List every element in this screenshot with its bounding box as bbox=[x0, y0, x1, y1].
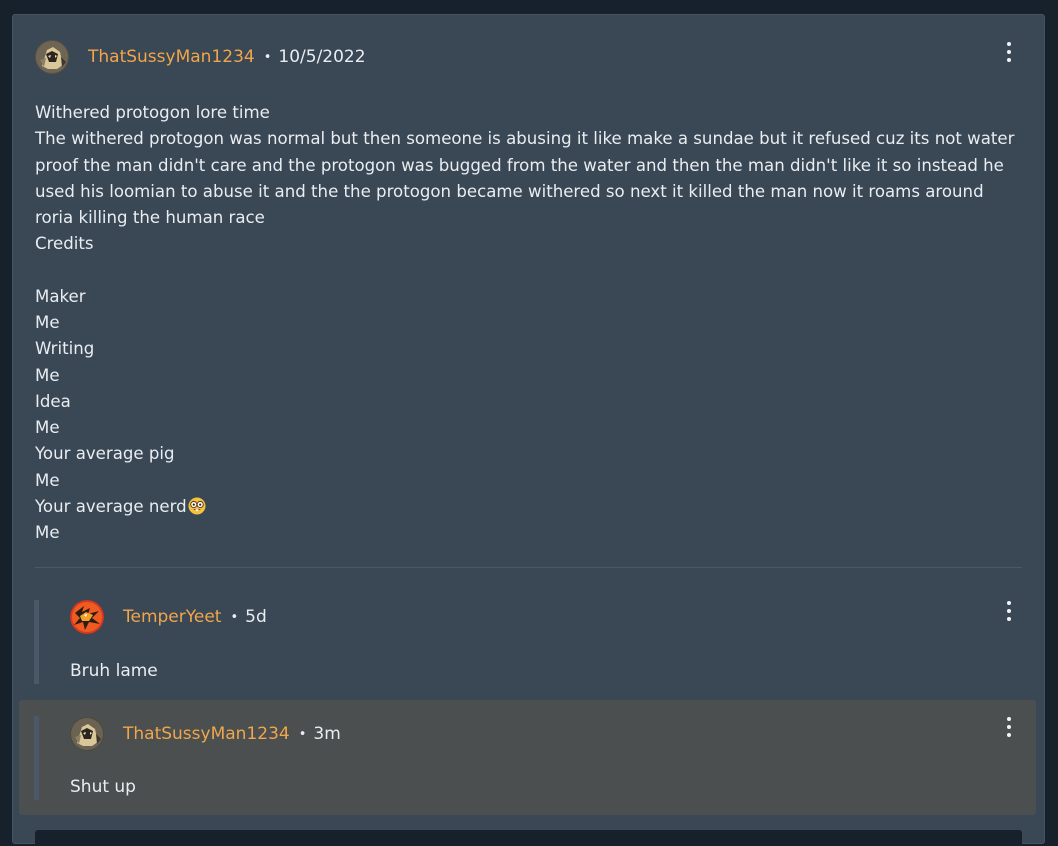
post-line: The withered protogon was normal but the… bbox=[35, 129, 1015, 227]
avatar[interactable] bbox=[35, 40, 69, 74]
reply-text: Bruh lame bbox=[70, 661, 158, 681]
reply-author[interactable]: TemperYeet bbox=[123, 607, 221, 627]
avatar-image bbox=[35, 40, 69, 74]
post-line: Me bbox=[35, 418, 60, 437]
nerd-face-emoji bbox=[188, 497, 206, 515]
separator-dot: • bbox=[263, 49, 272, 65]
post-line: Maker bbox=[35, 286, 86, 306]
post-line: Writing bbox=[35, 339, 95, 359]
avatar[interactable] bbox=[70, 600, 104, 634]
post-line: Me bbox=[35, 523, 60, 542]
post-line: Me bbox=[35, 470, 60, 490]
reply-text: Shut up bbox=[70, 777, 136, 797]
post-author[interactable]: ThatSussyMan1234 bbox=[88, 47, 255, 67]
reply-header: ThatSussyMan1234 • 3m bbox=[70, 716, 341, 752]
avatar-image bbox=[70, 600, 104, 634]
separator-dot: • bbox=[298, 726, 307, 742]
post-body: Withered protogon lore time The withered… bbox=[35, 100, 1015, 546]
avatar[interactable] bbox=[70, 717, 104, 751]
post-line bbox=[35, 258, 1015, 284]
next-reply-preview bbox=[35, 830, 1022, 846]
reply-thread-bar bbox=[34, 716, 39, 800]
more-vertical-icon[interactable] bbox=[1003, 601, 1015, 625]
post-line: Your average pig bbox=[35, 444, 175, 464]
reply-time: 3m bbox=[313, 724, 341, 744]
avatar-image bbox=[70, 717, 104, 751]
post-line: Me bbox=[35, 313, 60, 332]
post-line: Withered protogon lore time bbox=[35, 103, 270, 122]
reply-header: TemperYeet • 5d bbox=[70, 599, 267, 635]
post-card: ThatSussyMan1234 • 10/5/2022 Withered pr… bbox=[12, 14, 1045, 846]
post-header: ThatSussyMan1234 • 10/5/2022 bbox=[35, 39, 366, 75]
reply-thread-bar bbox=[34, 600, 39, 684]
reply-author[interactable]: ThatSussyMan1234 bbox=[123, 724, 290, 744]
post-line-text: Your average nerd bbox=[35, 496, 187, 516]
reply-time: 5d bbox=[245, 607, 267, 627]
post-line: Credits bbox=[35, 234, 94, 254]
divider bbox=[35, 567, 1022, 568]
post-line: Idea bbox=[35, 391, 71, 411]
separator-dot: • bbox=[230, 609, 239, 625]
post-line-with-emoji: Your average nerd bbox=[35, 494, 1015, 520]
post-date: 10/5/2022 bbox=[278, 47, 366, 67]
more-vertical-icon[interactable] bbox=[1003, 42, 1015, 66]
more-vertical-icon[interactable] bbox=[1003, 717, 1015, 741]
post-line: Me bbox=[35, 365, 60, 385]
